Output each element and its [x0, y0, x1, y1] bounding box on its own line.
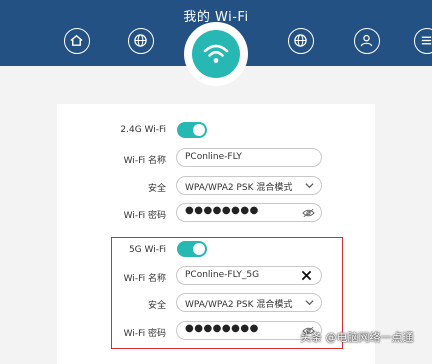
menu-icon[interactable]: [414, 28, 432, 54]
wifi24-security-value: WPA/WPA2 PSK 混合模式: [185, 183, 293, 193]
wifi24-security-select[interactable]: WPA/WPA2 PSK 混合模式: [176, 176, 322, 195]
home-icon[interactable]: [64, 28, 90, 54]
user-icon[interactable]: [354, 28, 380, 54]
wifi24-password-value: ●●●●●●●●: [185, 205, 259, 216]
chevron-down-icon: [305, 183, 314, 189]
toggle-knob: [193, 124, 205, 136]
wifi24-name-input[interactable]: PConline-FLY: [176, 148, 322, 167]
wifi24-name-label: Wi-Fi 名称: [123, 156, 166, 166]
wifi24-password-input[interactable]: ●●●●●●●●: [176, 203, 322, 222]
wifi24-password-label: Wi-Fi 密码: [123, 211, 166, 221]
wifi24-toggle[interactable]: [177, 122, 207, 138]
wifi24-name-value: PConline-FLY: [185, 152, 242, 162]
globe-icon[interactable]: [288, 28, 314, 54]
wifi24-security-label: 安全: [147, 184, 166, 194]
eye-hidden-icon[interactable]: [302, 208, 315, 218]
globe-icon[interactable]: [128, 28, 154, 54]
wifi-icon[interactable]: [192, 30, 240, 78]
watermark-text: 头条 @电脑网络一点通: [300, 331, 414, 344]
wifi24-toggle-label: 2.4G Wi-Fi: [120, 125, 166, 135]
